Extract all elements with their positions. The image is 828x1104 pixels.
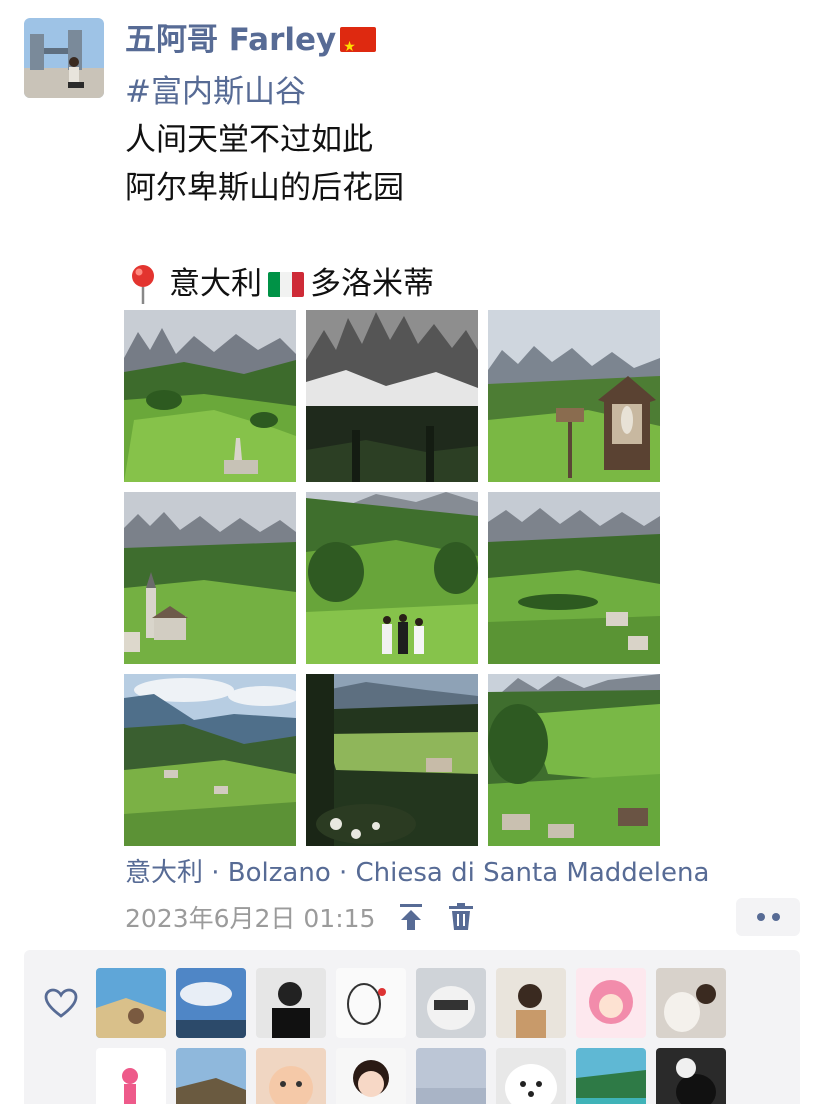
hashtag-link[interactable]: #富内斯山谷 bbox=[125, 68, 805, 116]
more-dot bbox=[771, 913, 780, 921]
likes-panel bbox=[24, 950, 800, 1104]
post-content: 五阿哥 Farley #富内斯山谷 人间天堂不过如此 阿尔卑斯山的后花园 意大利… bbox=[125, 18, 805, 308]
photo-5[interactable] bbox=[306, 492, 478, 664]
author-name-row[interactable]: 五阿哥 Farley bbox=[125, 18, 805, 69]
post-text-line-2: 阿尔卑斯山的后花园 bbox=[125, 170, 404, 206]
liker-avatar[interactable] bbox=[496, 1048, 566, 1104]
pin-top-icon[interactable] bbox=[397, 902, 425, 932]
place-suffix: 多洛米蒂 bbox=[310, 266, 434, 302]
location-pin-icon bbox=[132, 265, 154, 304]
liker-avatar[interactable] bbox=[576, 1048, 646, 1104]
photo-1[interactable] bbox=[124, 310, 296, 482]
liker-avatar[interactable] bbox=[336, 968, 406, 1038]
photo-8[interactable] bbox=[306, 674, 478, 846]
more-dot bbox=[756, 913, 765, 921]
place-prefix: 意大利 bbox=[169, 266, 262, 302]
liker-avatar[interactable] bbox=[496, 968, 566, 1038]
liker-avatar[interactable] bbox=[96, 968, 166, 1038]
photo-6[interactable] bbox=[488, 492, 660, 664]
liker-avatar[interactable] bbox=[416, 968, 486, 1038]
photo-2[interactable] bbox=[306, 310, 478, 482]
post-timestamp: 2023年6月2日 01:15 bbox=[125, 904, 376, 933]
liker-avatar[interactable] bbox=[176, 1048, 246, 1104]
post-text-line-1: 人间天堂不过如此 bbox=[125, 122, 373, 158]
photo-4[interactable] bbox=[124, 492, 296, 664]
liker-avatar[interactable] bbox=[416, 1048, 486, 1104]
liker-avatar[interactable] bbox=[336, 1048, 406, 1104]
more-dots-icon[interactable] bbox=[736, 898, 800, 936]
trash-icon[interactable] bbox=[447, 902, 475, 932]
liker-avatar[interactable] bbox=[256, 1048, 326, 1104]
flag-china-icon bbox=[340, 25, 377, 69]
post-place-line: 意大利 多洛米蒂 bbox=[125, 260, 805, 308]
liker-avatar[interactable] bbox=[96, 1048, 166, 1104]
liker-avatar[interactable] bbox=[176, 968, 246, 1038]
photo-9[interactable] bbox=[488, 674, 660, 846]
author-name[interactable]: 五阿哥 Farley bbox=[125, 22, 336, 58]
location-link[interactable]: 意大利 · Bolzano · Chiesa di Santa Maddelen… bbox=[125, 855, 709, 891]
photo-3[interactable] bbox=[488, 310, 660, 482]
flag-italy-icon bbox=[268, 271, 304, 297]
liker-avatar[interactable] bbox=[656, 968, 726, 1038]
heart-icon bbox=[44, 988, 78, 1018]
author-avatar[interactable] bbox=[24, 18, 104, 98]
liker-avatar[interactable] bbox=[576, 968, 646, 1038]
liker-avatar[interactable] bbox=[256, 968, 326, 1038]
post-meta: 2023年6月2日 01:15 bbox=[125, 899, 475, 935]
liker-avatar[interactable] bbox=[656, 1048, 726, 1104]
photo-7[interactable] bbox=[124, 674, 296, 846]
photo-grid bbox=[124, 310, 660, 846]
